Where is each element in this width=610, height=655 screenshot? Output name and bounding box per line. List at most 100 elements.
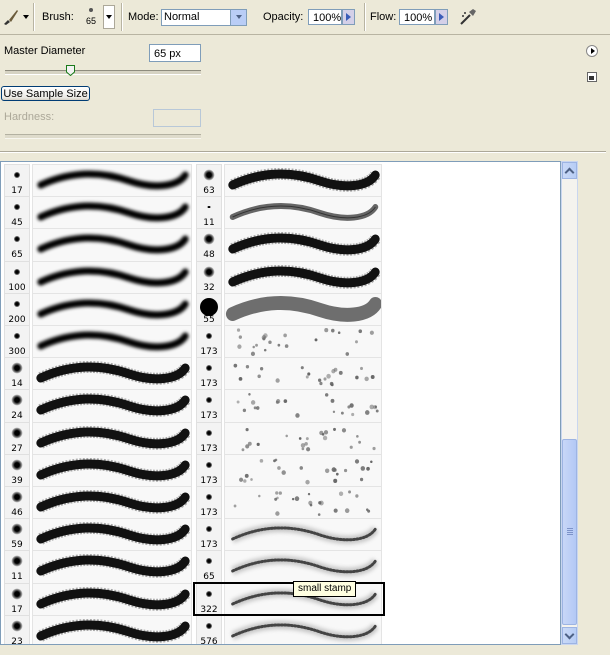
- brush-tip-thumbnail: 11: [4, 550, 30, 585]
- scroll-up-button[interactable]: [562, 162, 577, 179]
- brush-preset-item[interactable]: 46: [4, 486, 192, 520]
- brush-preset-item[interactable]: 63: [196, 164, 382, 198]
- use-sample-size-button[interactable]: Use Sample Size: [1, 86, 90, 101]
- brush-preset-item[interactable]: 59: [4, 518, 192, 553]
- brush-size-label: 173: [200, 411, 218, 422]
- brush-picker-button[interactable]: [103, 5, 115, 29]
- brush-tip-thumbnail: 11: [196, 196, 222, 231]
- brush-tip-thumbnail: 200: [4, 292, 30, 327]
- brush-stroke-preview: [32, 453, 192, 488]
- brush-size-label: 173: [200, 347, 218, 357]
- brush-preset-item[interactable]: 173: [196, 486, 382, 520]
- scroll-thumb[interactable]: [562, 439, 577, 625]
- chevron-up-icon: [564, 167, 575, 177]
- brush-preset-item[interactable]: 173: [196, 518, 382, 553]
- brush-size-label: 65: [11, 250, 23, 261]
- soft-round-tip-icon: [206, 526, 212, 533]
- opacity-slider-button[interactable]: [342, 9, 355, 25]
- brush-preset-item[interactable]: 173: [196, 325, 382, 359]
- flow-slider-button[interactable]: [435, 9, 448, 25]
- soft-round-tip-icon: [206, 333, 212, 339]
- separator: [364, 3, 366, 31]
- brush-tip-thumbnail: 173: [196, 518, 222, 553]
- brush-size-label: 59: [11, 540, 23, 551]
- brush-preset-item[interactable]: 173: [196, 357, 382, 392]
- brush-preset-item[interactable]: 173: [196, 389, 382, 424]
- chevron-down-icon: [23, 15, 29, 19]
- brush-preset-item[interactable]: 23: [4, 614, 192, 645]
- brush-tip-thumbnail: 27: [4, 421, 30, 456]
- chevron-down-icon: [230, 9, 246, 25]
- brush-preset-item[interactable]: 24: [4, 389, 192, 424]
- textured-tip-icon: [11, 523, 23, 535]
- hardness-label: Hardness:: [4, 111, 55, 123]
- tool-preset-picker[interactable]: [2, 0, 29, 34]
- master-diameter-slider-thumb[interactable]: [65, 65, 75, 77]
- options-bar: Brush: 65 Mode: Normal Opacity: 100% Flo…: [0, 0, 610, 35]
- hardness-slider: [5, 134, 201, 139]
- panel-menu-button[interactable]: [586, 45, 598, 57]
- brush-stroke-preview: [32, 325, 192, 359]
- brush-preset-item[interactable]: 14: [4, 357, 192, 392]
- brush-preset-item[interactable]: 45: [4, 196, 192, 231]
- brush-tool-icon: [2, 8, 20, 26]
- brush-preset-item[interactable]: 173: [196, 453, 382, 488]
- brush-preset-item[interactable]: 65: [196, 550, 382, 585]
- opacity-input[interactable]: 100%: [308, 9, 342, 25]
- brush-tip-thumbnail: 24: [4, 389, 30, 424]
- opacity-label: Opacity:: [263, 11, 304, 23]
- brush-size-label: 11: [11, 572, 23, 583]
- brush-preset-item[interactable]: 200: [4, 292, 192, 327]
- brush-preset-item[interactable]: 173: [196, 421, 382, 456]
- brush-stroke-preview: [224, 389, 382, 424]
- brush-dropdown-wrap: [103, 0, 115, 34]
- brush-size-label: 173: [200, 379, 218, 390]
- brush-preset-item[interactable]: 39: [4, 453, 192, 488]
- brush-stroke-preview: [32, 518, 192, 553]
- brush-label: Brush:: [42, 11, 74, 23]
- brush-stroke-preview: [32, 228, 192, 263]
- brush-preset-item[interactable]: 27: [4, 421, 192, 456]
- brush-preset-item[interactable]: 11: [196, 196, 382, 231]
- scroll-down-button[interactable]: [562, 627, 577, 644]
- brush-preset-item[interactable]: 11: [4, 550, 192, 585]
- textured-tip-icon: [11, 427, 23, 439]
- vertical-scrollbar[interactable]: [561, 161, 578, 645]
- brush-preset-item[interactable]: 17: [4, 582, 192, 617]
- textured-tip-icon: [11, 588, 23, 600]
- brush-stroke-preview: [32, 196, 192, 231]
- soft-round-tip-icon: [14, 300, 20, 307]
- separator: [121, 3, 123, 31]
- airbrush-button[interactable]: [458, 0, 478, 34]
- master-diameter-slider[interactable]: [5, 70, 201, 75]
- brush-preset-item[interactable]: 55: [196, 292, 382, 327]
- brush-preset-item[interactable]: 576: [196, 614, 382, 644]
- mode-label: Mode:: [128, 11, 159, 23]
- brush-size-label: 17: [11, 604, 23, 615]
- hard-round-tip-icon: [200, 297, 218, 316]
- brush-size-label: 23: [11, 636, 23, 645]
- brush-tip-thumbnail: 173: [196, 357, 222, 392]
- flow-input[interactable]: 100%: [399, 9, 435, 25]
- brush-stroke-preview: [224, 260, 382, 295]
- create-preset-button[interactable]: [587, 72, 597, 82]
- brush-preset-item[interactable]: 17: [4, 164, 192, 198]
- brush-preset-item[interactable]: 100: [4, 260, 192, 295]
- mode-select[interactable]: Normal: [161, 8, 247, 26]
- brush-size-label: 11: [203, 218, 215, 229]
- brush-preset-item[interactable]: 300: [4, 325, 192, 359]
- brush-preset-item[interactable]: 32: [196, 260, 382, 295]
- brush-preview[interactable]: 65: [80, 0, 102, 34]
- soft-round-tip-icon: [14, 333, 20, 339]
- brush-stroke-preview: [32, 260, 192, 295]
- brush-stroke-preview: [224, 292, 382, 327]
- brush-tip-thumbnail: 63: [196, 164, 222, 198]
- brush-tip-thumbnail: 46: [4, 486, 30, 520]
- brush-stroke-preview: [32, 550, 192, 585]
- brush-preset-item[interactable]: 48: [196, 228, 382, 263]
- textured-tip-icon: [11, 394, 23, 406]
- brush-preset-item[interactable]: 65: [4, 228, 192, 263]
- brush-stroke-preview: [32, 582, 192, 617]
- brush-size-label: 65: [203, 572, 215, 583]
- master-diameter-input[interactable]: 65 px: [149, 44, 201, 62]
